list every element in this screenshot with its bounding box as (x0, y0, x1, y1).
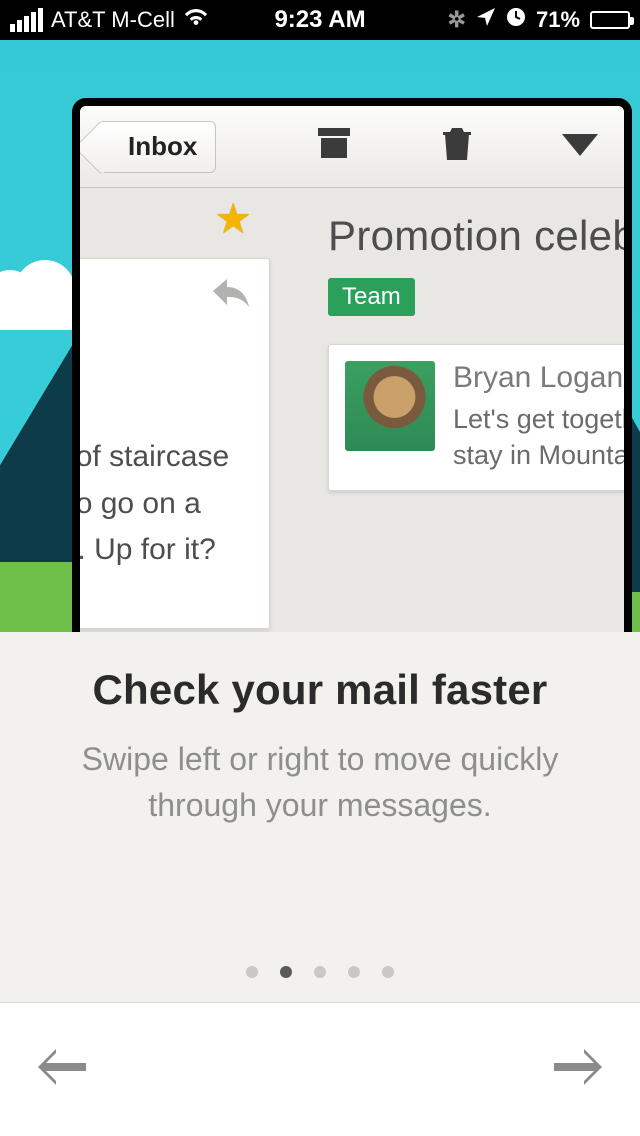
prev-message-pane[interactable]: his ★ v book of staircase I want to go o… (72, 188, 270, 629)
page-dot (382, 966, 394, 978)
location-icon (476, 7, 496, 33)
device-frame: Inbox his ★ (72, 98, 632, 632)
page-dot (348, 966, 360, 978)
trash-icon[interactable] (442, 126, 472, 167)
prev-button[interactable] (34, 1045, 86, 1094)
reply-icon[interactable] (211, 273, 251, 314)
archive-icon[interactable] (316, 126, 352, 167)
avatar (345, 361, 435, 451)
status-bar: AT&T M-Cell 9:23 AM ✲ 71% (0, 0, 640, 40)
signal-icon (10, 8, 43, 32)
label-chip[interactable]: Team (328, 278, 415, 316)
next-message-pane[interactable]: Promotion celebr Team Bryan Logan Let's … (300, 188, 632, 491)
app-toolbar: Inbox (80, 106, 624, 188)
page-dot (246, 966, 258, 978)
next-button[interactable] (554, 1045, 606, 1094)
carrier-label: AT&T M-Cell (51, 7, 175, 33)
wifi-icon (183, 7, 209, 33)
page-dot (314, 966, 326, 978)
star-icon[interactable]: ★ (214, 194, 252, 243)
page-indicator (0, 966, 640, 978)
prev-message-card: v book of staircase I want to go on a ee… (72, 258, 270, 629)
message-snippet: Let's get together t stay in Mountain Vi (453, 401, 632, 474)
back-button-label: Inbox (128, 131, 197, 162)
clock-label: 9:23 AM (274, 6, 365, 34)
more-menu-icon[interactable] (562, 134, 598, 156)
onboarding-body: Swipe left or right to move quickly thro… (40, 736, 600, 829)
alarm-icon (506, 7, 526, 33)
back-button[interactable]: Inbox (98, 121, 216, 173)
sender-name: Bryan Logan (453, 361, 632, 395)
spinner-icon: ✲ (448, 7, 466, 33)
onboarding-navbar (0, 1002, 640, 1136)
onboarding-illustration: Inbox his ★ (0, 40, 640, 632)
page-dot (280, 966, 292, 978)
battery-pct: 71% (536, 7, 580, 33)
message-card[interactable]: Bryan Logan Let's get together t stay in… (328, 344, 632, 491)
prev-body-fragment: v book of staircase I want to go on a ee… (72, 314, 251, 614)
battery-icon (590, 11, 630, 29)
onboarding-panel: Check your mail faster Swipe left or rig… (0, 632, 640, 1002)
onboarding-title: Check your mail faster (40, 666, 600, 714)
subject-line: Promotion celebr (328, 212, 632, 260)
